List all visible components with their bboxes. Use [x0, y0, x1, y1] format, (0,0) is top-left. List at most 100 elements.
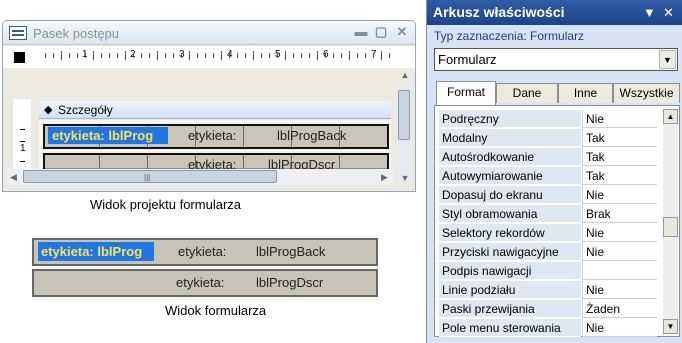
window-title: Pasek postępu: [33, 26, 120, 41]
property-row[interactable]: Pole menu sterowania Nie: [439, 319, 657, 338]
ruler-tick: [237, 53, 238, 58]
property-value[interactable]: Tak: [582, 129, 657, 147]
close-button[interactable]: ✕: [394, 25, 410, 39]
section-header-details[interactable]: ◆ Szczegóły: [39, 101, 391, 119]
property-value[interactable]: Nie: [582, 281, 657, 299]
property-row[interactable]: Selektory rekordów Nie: [439, 224, 657, 243]
ruler-tick: [93, 51, 94, 60]
property-name: Pole menu sterowania: [439, 319, 581, 337]
property-row[interactable]: Przyciski nawigacyjne Nie: [439, 243, 657, 262]
ruler-tick: [197, 53, 198, 58]
property-scrollbar[interactable]: ▲ ▼: [663, 109, 678, 334]
scroll-down-arrow[interactable]: ▼: [663, 319, 678, 334]
horizontal-ruler[interactable]: 1 2 3 4 5 6 7: [39, 49, 393, 65]
property-grid: Podręczny Nie Modalny Tak Autośrodkowani…: [434, 105, 680, 337]
property-value[interactable]: Tak: [582, 148, 657, 166]
form-icon: [9, 26, 27, 40]
property-row[interactable]: Paski przewijania Żaden: [439, 300, 657, 319]
form-selector-box[interactable]: [14, 52, 25, 63]
object-selector-value: Formularz: [438, 52, 497, 67]
form-view: etykieta: lblProg etykieta: lblProgBack …: [32, 236, 378, 300]
ruler-tick: [229, 53, 230, 58]
tab-format[interactable]: Format: [436, 81, 496, 105]
minimize-button[interactable]: ▬: [353, 25, 369, 39]
property-sheet-title: Arkusz właściwości: [433, 4, 565, 20]
ruler-tick: [365, 53, 366, 58]
label-lblprogback: lblProgBack: [256, 244, 326, 259]
scroll-right-arrow[interactable]: ▶: [381, 172, 388, 183]
ruler-tick: [109, 53, 110, 58]
design-view-caption: Widok projektu formularza: [90, 197, 241, 212]
dropdown-icon[interactable]: ▼: [643, 5, 656, 20]
progress-band-design[interactable]: etykieta: lblProg etykieta: lblProgBack: [43, 124, 389, 149]
design-view-window: Pasek postępu ▬ ▢ ✕ 1 2 3 4 5 6 7 ▲ 1 ◆ …: [2, 20, 416, 192]
tab-inne[interactable]: Inne: [558, 83, 613, 103]
ruler-tick: [245, 53, 246, 58]
selected-label-lblprog[interactable]: etykieta: lblProg: [48, 127, 168, 144]
label-lblprogback[interactable]: lblProgBack: [277, 128, 346, 143]
ruler-tick: [277, 53, 278, 58]
property-row[interactable]: Autośrodkowanie Tak: [439, 148, 657, 167]
ruler-tick: [157, 51, 158, 60]
property-value[interactable]: Żaden: [582, 300, 657, 318]
ruler-tick: [117, 53, 118, 58]
property-scroll-thumb[interactable]: [663, 217, 678, 237]
tab-dane[interactable]: Dane: [496, 83, 558, 103]
scroll-up-arrow[interactable]: ▲: [663, 109, 678, 124]
property-sheet: Arkusz właściwości ▼ ✕ Typ zaznaczenia: …: [426, 0, 682, 343]
property-name: Podręczny: [439, 110, 581, 128]
scroll-down-arrow[interactable]: ▼: [398, 173, 412, 183]
property-row[interactable]: Dopasuj do ekranu Nie: [439, 186, 657, 205]
close-icon[interactable]: ✕: [663, 5, 674, 21]
section-arrow-icon: ◆: [44, 104, 53, 116]
ruler-tick: [173, 53, 174, 58]
ruler-tick: [149, 53, 150, 58]
property-name: Modalny: [439, 129, 581, 147]
property-value[interactable]: Nie: [582, 110, 657, 128]
ruler-tick: [389, 53, 390, 58]
chevron-down-icon[interactable]: ▼: [659, 50, 676, 69]
property-value[interactable]: Brak: [582, 205, 657, 223]
vertical-scroll-thumb[interactable]: [398, 90, 410, 140]
tab-wszystkie[interactable]: Wszystkie: [613, 83, 680, 103]
property-row[interactable]: Autowymiarowanie Tak: [439, 167, 657, 186]
horizontal-scroll-thumb[interactable]: |||: [23, 170, 277, 183]
window-title-bar[interactable]: Pasek postępu ▬ ▢ ✕: [3, 21, 415, 45]
property-row[interactable]: Podręczny Nie: [439, 110, 657, 129]
ruler-tick: [293, 53, 294, 58]
ruler-tick: [333, 53, 334, 58]
ruler-tick: [101, 53, 102, 58]
selection-type: Typ zaznaczenia: Formularz: [434, 29, 585, 43]
property-value[interactable]: Nie: [582, 224, 657, 242]
property-value[interactable]: Nie: [582, 319, 657, 337]
horizontal-scrollbar[interactable]: ◀ ||| ▶: [7, 169, 393, 185]
ruler-tick: [261, 53, 262, 58]
property-tabs: Format Dane Inne Wszystkie: [434, 81, 680, 105]
property-sheet-title-bar[interactable]: Arkusz właściwości ▼ ✕: [427, 0, 682, 25]
ruler-tick: [373, 53, 374, 58]
label-lblprogdscr: lblProgDscr: [256, 275, 324, 290]
property-value[interactable]: Nie: [582, 243, 657, 261]
property-row[interactable]: Modalny Tak: [439, 129, 657, 148]
restore-button[interactable]: ▢: [373, 25, 389, 39]
label-caption[interactable]: etykieta:: [188, 128, 236, 143]
property-value[interactable]: [582, 262, 657, 280]
property-name: Przyciski nawigacyjne: [439, 243, 581, 261]
ruler-tick: [357, 53, 358, 58]
property-row[interactable]: Linie podziału Nie: [439, 281, 657, 300]
property-row[interactable]: Podpis nawigacji: [439, 262, 657, 281]
object-selector[interactable]: Formularz ▼: [434, 48, 678, 71]
ruler-tick: [341, 53, 342, 58]
property-value[interactable]: Tak: [582, 167, 657, 185]
vertical-scrollbar[interactable]: [397, 87, 411, 182]
ruler-tick: [125, 51, 126, 60]
section-label: Szczegóły: [58, 103, 113, 117]
property-row[interactable]: Styl obramowania Brak: [439, 205, 657, 224]
ruler-tick: [133, 53, 134, 58]
scroll-left-arrow[interactable]: ◀: [10, 172, 17, 183]
property-name: Dopasuj do ekranu: [439, 186, 581, 204]
scroll-up-arrow[interactable]: ▲: [398, 68, 412, 82]
property-name: Paski przewijania: [439, 300, 581, 318]
ruler-tick: [317, 51, 318, 60]
property-value[interactable]: Nie: [582, 186, 657, 204]
